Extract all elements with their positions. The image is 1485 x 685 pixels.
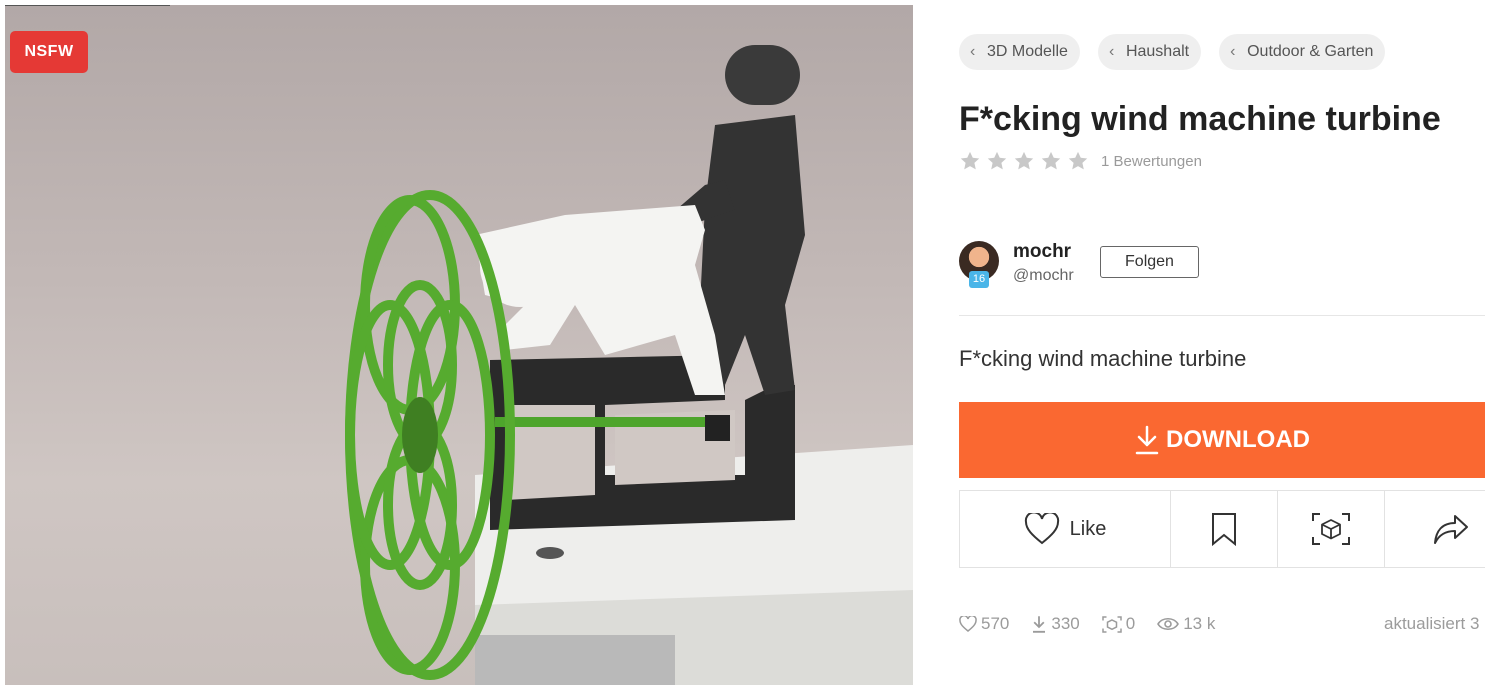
ar-view-button[interactable] <box>1278 491 1385 567</box>
nsfw-badge: NSFW <box>10 31 88 73</box>
chevron-left-icon: ‹ <box>1108 43 1115 60</box>
breadcrumb-haushalt[interactable]: ‹ Haushalt <box>1097 34 1202 70</box>
breadcrumb: ‹ 3D Modelle ‹ Haushalt ‹ Outdoor & Gart… <box>959 34 1386 70</box>
action-bar: Like <box>959 490 1485 568</box>
share-icon <box>1434 515 1468 544</box>
star-icon <box>1014 151 1034 170</box>
updated-date: aktualisiert 3 <box>1384 614 1480 633</box>
likes-stat: 570 <box>959 614 1009 634</box>
author-handle[interactable]: @mochr <box>1013 267 1074 285</box>
divider <box>959 315 1485 316</box>
like-button[interactable]: Like <box>959 491 1171 567</box>
star-icon <box>1068 151 1088 170</box>
model-details-panel: ‹ 3D Modelle ‹ Haushalt ‹ Outdoor & Gart… <box>913 0 1485 685</box>
page-title: F*cking wind machine turbine <box>959 100 1441 138</box>
model-stats: 570 330 0 13 k <box>959 614 1237 634</box>
model-description: F*cking wind machine turbine <box>959 346 1247 371</box>
chevron-left-icon: ‹ <box>1230 43 1236 60</box>
ar-stat: 0 <box>1102 614 1135 634</box>
heart-icon <box>959 616 977 632</box>
model-photo[interactable]: NSFW <box>5 5 913 685</box>
views-stat: 13 k <box>1157 614 1215 634</box>
eye-icon <box>1157 617 1180 631</box>
bookmark-icon <box>1212 513 1236 546</box>
download-icon <box>1033 616 1046 633</box>
downloads-stat: 330 <box>1031 614 1080 634</box>
breadcrumb-outdoor-garten[interactable]: ‹ Outdoor & Garten <box>1219 34 1386 70</box>
star-icon <box>960 151 980 170</box>
breadcrumb-3d-modelle[interactable]: ‹ 3D Modelle <box>959 34 1080 70</box>
download-icon <box>1135 425 1159 455</box>
bookmark-button[interactable] <box>1171 491 1278 567</box>
rating-count[interactable]: 1 Bewertungen <box>1101 153 1202 170</box>
rating[interactable]: 1 Bewertungen <box>959 150 1202 172</box>
share-button[interactable] <box>1385 491 1485 567</box>
chevron-left-icon: ‹ <box>970 43 976 60</box>
ar-cube-icon <box>1102 615 1122 633</box>
model-illustration <box>345 45 913 685</box>
follow-button[interactable]: Folgen <box>1100 246 1199 278</box>
heart-icon <box>1024 513 1059 545</box>
ar-cube-icon <box>1312 513 1350 545</box>
author-name[interactable]: mochr <box>1013 241 1071 263</box>
level-badge: 16 <box>969 271 989 288</box>
star-icon <box>987 151 1007 170</box>
download-button[interactable]: DOWNLOAD <box>959 402 1485 478</box>
star-icon <box>1041 151 1061 170</box>
